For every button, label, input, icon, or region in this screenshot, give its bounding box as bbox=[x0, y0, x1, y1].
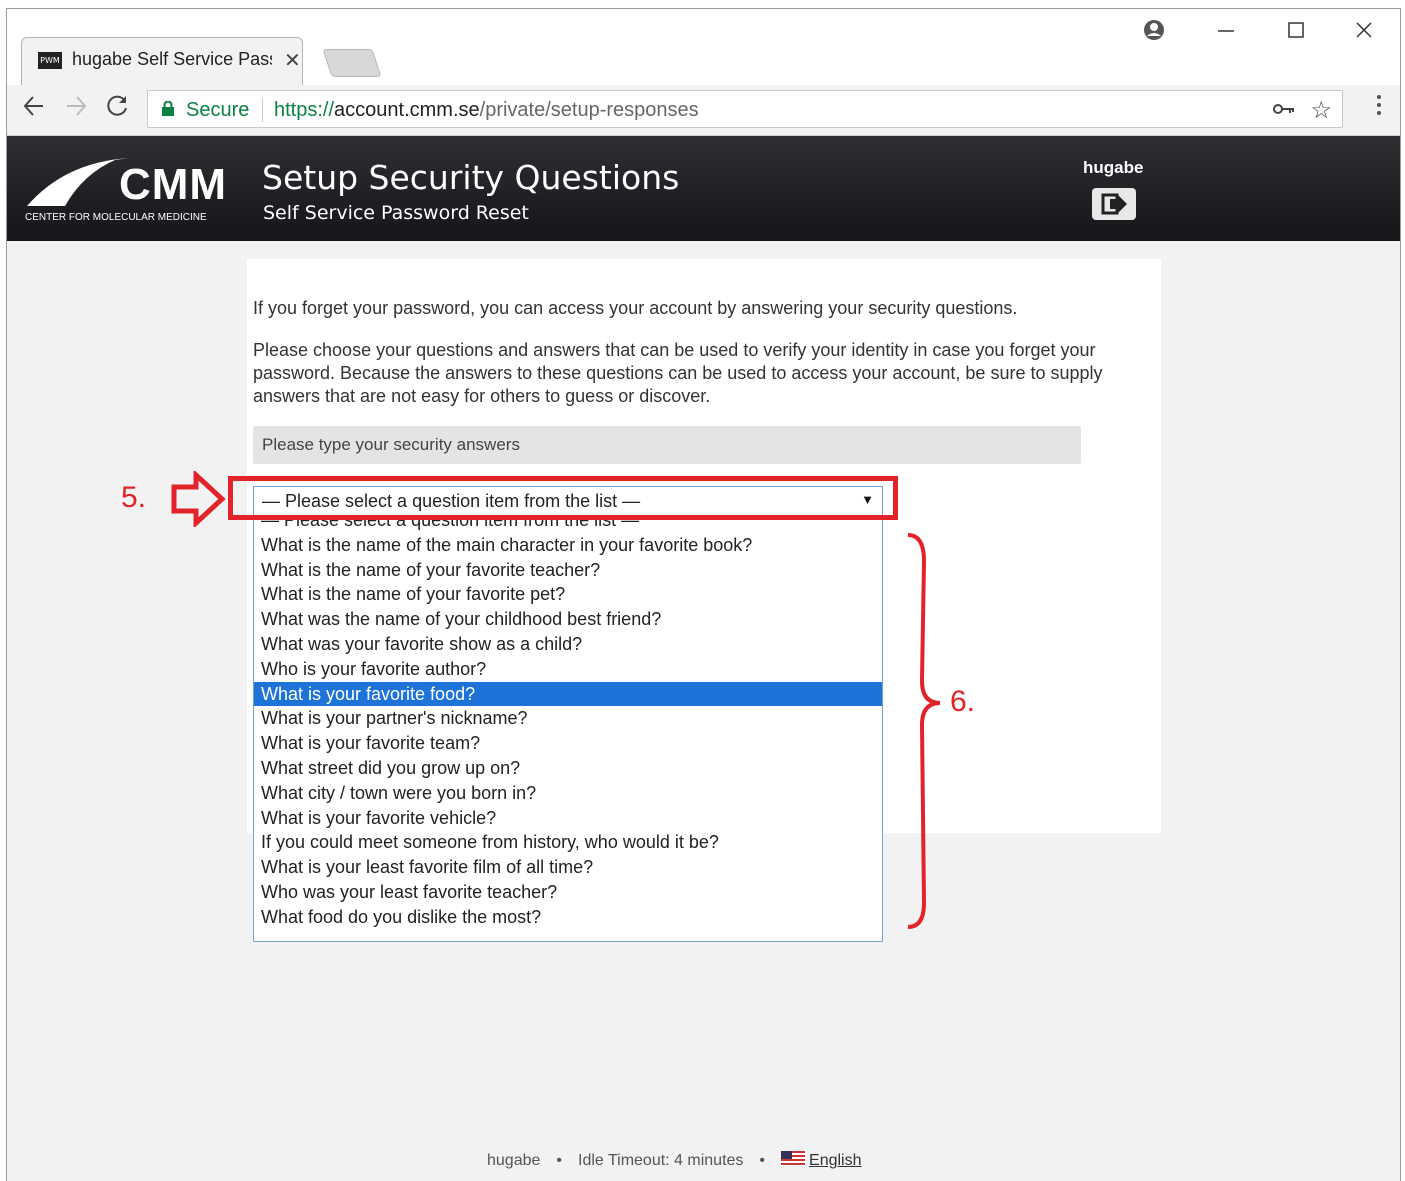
close-window-icon[interactable] bbox=[1353, 19, 1375, 47]
cmm-logo: CMM CENTER FOR MOLECULAR MEDICINE bbox=[25, 154, 255, 224]
annotation-highlight-box bbox=[228, 476, 898, 520]
dropdown-option[interactable]: What is the name of your favorite teache… bbox=[254, 558, 882, 583]
dropdown-option[interactable]: What is your partner's nickname? bbox=[254, 706, 882, 731]
logout-icon bbox=[1101, 193, 1127, 215]
dropdown-option[interactable]: What is your favorite food? bbox=[254, 681, 882, 707]
logo-subtitle: CENTER FOR MOLECULAR MEDICINE bbox=[25, 212, 207, 223]
tab-title: hugabe Self Service Pass bbox=[72, 49, 272, 69]
dropdown-option[interactable]: Who was your least favorite teacher? bbox=[254, 880, 882, 905]
annotation-brace-icon bbox=[907, 533, 941, 929]
menu-dots-icon[interactable] bbox=[1376, 93, 1382, 124]
footer-separator: • bbox=[759, 1152, 766, 1169]
minimize-icon[interactable] bbox=[1215, 19, 1237, 47]
page-title: Setup Security Questions bbox=[262, 158, 680, 197]
page-subtitle: Self Service Password Reset bbox=[263, 202, 529, 224]
dropdown-option[interactable]: What is your favorite team? bbox=[254, 731, 882, 756]
section-header: Please type your security answers bbox=[253, 426, 1081, 464]
dropdown-option[interactable]: What street did you grow up on? bbox=[254, 756, 882, 781]
tab-strip: PWM hugabe Self Service Pass ✕ bbox=[7, 9, 1400, 85]
favicon: PWM bbox=[38, 52, 62, 69]
footer-separator: • bbox=[556, 1152, 562, 1169]
browser-window: PWM hugabe Self Service Pass ✕ Secure ht… bbox=[6, 8, 1401, 1181]
url-text[interactable]: https://account.cmm.se/private/setup-res… bbox=[274, 99, 699, 122]
annotation-arrow-icon bbox=[171, 471, 226, 527]
section-label: Please type your security answers bbox=[262, 435, 520, 454]
browser-tab[interactable]: PWM hugabe Self Service Pass ✕ bbox=[21, 37, 303, 85]
dropdown-option[interactable]: What is your favorite vehicle? bbox=[254, 806, 882, 831]
logo-text: CMM bbox=[119, 160, 228, 209]
secure-label: Secure bbox=[186, 99, 250, 121]
question-dropdown-list[interactable]: — Please select a question item from the… bbox=[253, 515, 883, 942]
profile-icon[interactable] bbox=[1143, 19, 1165, 47]
dropdown-option[interactable]: What was your favorite show as a child? bbox=[254, 632, 882, 657]
dropdown-option[interactable]: What food do you dislike the most? bbox=[254, 905, 882, 930]
annotation-step-6: 6. bbox=[950, 685, 976, 718]
footer: hugabe • Idle Timeout: 4 minutes • English bbox=[487, 1151, 862, 1170]
dropdown-option[interactable]: What is the name of the main character i… bbox=[254, 533, 882, 558]
lock-icon bbox=[162, 101, 174, 116]
key-icon[interactable] bbox=[1272, 99, 1296, 125]
dropdown-option[interactable]: What city / town were you born in? bbox=[254, 781, 882, 806]
browser-toolbar: Secure https://account.cmm.se/private/se… bbox=[7, 85, 1400, 136]
forward-arrow-icon[interactable] bbox=[63, 93, 89, 126]
tab-close-icon[interactable]: ✕ bbox=[284, 48, 301, 73]
header-username: hugabe bbox=[1083, 158, 1144, 177]
dropdown-option[interactable]: If you could meet someone from history, … bbox=[254, 830, 882, 855]
address-bar[interactable]: Secure https://account.cmm.se/private/se… bbox=[147, 90, 1343, 128]
intro-text: If you forget your password, you can acc… bbox=[253, 298, 1018, 318]
dropdown-option[interactable]: Who is your favorite author? bbox=[254, 657, 882, 682]
language-link[interactable]: English bbox=[809, 1152, 861, 1169]
us-flag-icon bbox=[781, 1151, 806, 1166]
annotation-step-5: 5. bbox=[121, 481, 147, 514]
back-arrow-icon[interactable] bbox=[21, 93, 47, 126]
bookmark-star-icon[interactable]: ☆ bbox=[1310, 96, 1332, 125]
logout-button[interactable] bbox=[1092, 188, 1136, 220]
dropdown-option[interactable]: What is the name of your favorite pet? bbox=[254, 582, 882, 607]
reload-icon[interactable] bbox=[105, 93, 131, 126]
dropdown-option[interactable]: What was the name of your childhood best… bbox=[254, 607, 882, 632]
site-header: CMM CENTER FOR MOLECULAR MEDICINE Setup … bbox=[7, 136, 1400, 241]
url-protocol: https:// bbox=[274, 99, 335, 121]
url-host: account.cmm.se bbox=[334, 99, 480, 121]
idle-timeout: Idle Timeout: 4 minutes bbox=[578, 1152, 744, 1169]
url-path: /private/setup-responses bbox=[479, 99, 699, 121]
maximize-icon[interactable] bbox=[1285, 19, 1307, 47]
dropdown-option[interactable]: What is your least favorite film of all … bbox=[254, 855, 882, 880]
footer-username: hugabe bbox=[487, 1152, 541, 1169]
omnibox-divider bbox=[262, 98, 263, 122]
new-tab-button[interactable] bbox=[322, 49, 382, 77]
instruction-text: Please choose your questions and answers… bbox=[253, 340, 1103, 406]
